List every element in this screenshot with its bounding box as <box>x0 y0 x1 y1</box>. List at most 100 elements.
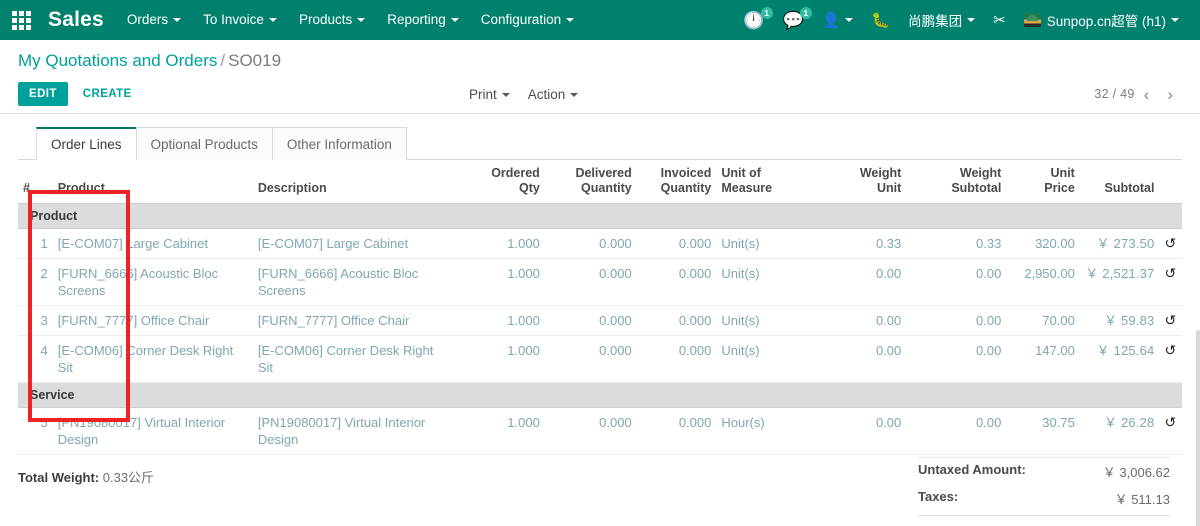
col-header-unit-of-measure[interactable]: Unit of Measure <box>716 160 794 204</box>
col-header-ordered-qty[interactable]: Ordered Qty <box>457 160 545 204</box>
tab-order-lines[interactable]: Order Lines <box>36 127 137 160</box>
undo-icon[interactable]: ↺ <box>1164 312 1176 328</box>
create-button[interactable]: CREATE <box>72 82 143 106</box>
pager-next-icon[interactable]: › <box>1158 86 1182 103</box>
group-row-title: Service <box>18 383 1182 408</box>
cell-seq: 5 <box>18 408 53 455</box>
table-row[interactable]: 1[E-COM07] Large Cabinet[E-COM07] Large … <box>18 229 1182 259</box>
order-lines-table: # Product Description Ordered Qty Delive… <box>18 160 1182 455</box>
table-row[interactable]: 2[FURN_6666] Acoustic Bloc Screens[FURN_… <box>18 259 1182 306</box>
apps-grid-icon <box>12 11 31 30</box>
undo-icon[interactable]: ↺ <box>1164 414 1176 430</box>
apps-menu-button[interactable] <box>0 0 42 40</box>
vertical-scrollbar[interactable] <box>1196 330 1200 526</box>
menu-to-invoice[interactable]: To Invoice <box>192 0 288 40</box>
user-menu-label: Sunpop.cn超管 (h1) <box>1047 10 1166 30</box>
cell-unit-price: 320.00 <box>1006 229 1080 259</box>
untaxed-amount-value: ￥ 3,006.62 <box>1103 462 1170 481</box>
edit-button[interactable]: EDIT <box>18 82 68 106</box>
col-header-subtotal[interactable]: Subtotal <box>1080 160 1160 204</box>
tab-optional-products[interactable]: Optional Products <box>136 127 273 160</box>
col-header-weight-unit[interactable]: Weight Unit <box>794 160 906 204</box>
shortcut-menu[interactable]: ✂ <box>984 0 1015 40</box>
cell-subtotal: ￥ 59.83 <box>1080 306 1160 336</box>
company-switcher[interactable]: 尚鹏集团 <box>899 0 984 40</box>
chevron-down-icon <box>451 18 459 22</box>
messaging-badge: 1 <box>800 7 812 19</box>
breadcrumb-parent[interactable]: My Quotations and Orders <box>18 51 217 70</box>
person-icon: 👤 <box>822 13 841 28</box>
control-panel-dropdowns: Print Action <box>460 75 587 113</box>
table-header-row: # Product Description Ordered Qty Delive… <box>18 160 1182 204</box>
messaging-menu[interactable]: 💬 1 <box>774 0 813 40</box>
total-weight-label: Total Weight: <box>18 470 99 485</box>
cell-invoiced: 0.000 <box>637 259 717 306</box>
undo-icon[interactable]: ↺ <box>1164 342 1176 358</box>
action-dropdown-label: Action <box>528 87 566 102</box>
chevron-down-icon <box>967 18 975 22</box>
table-row[interactable]: 3[FURN_7777] Office Chair[FURN_7777] Off… <box>18 306 1182 336</box>
tab-other-information[interactable]: Other Information <box>272 127 407 160</box>
pager-previous-icon[interactable]: ‹ <box>1135 86 1159 103</box>
col-header-description[interactable]: Description <box>253 160 457 204</box>
row-action-cell[interactable]: ↺ <box>1159 336 1182 383</box>
col-header-delivered-qty-line1: Delivered <box>550 166 632 181</box>
chevron-down-icon <box>566 18 574 22</box>
col-header-delivered-qty[interactable]: Delivered Quantity <box>545 160 637 204</box>
col-header-invoiced-qty[interactable]: Invoiced Quantity <box>637 160 717 204</box>
col-header-delivered-qty-line2: Quantity <box>550 181 632 196</box>
user-switch-menu[interactable]: 👤 <box>813 0 863 40</box>
menu-configuration[interactable]: Configuration <box>470 0 585 40</box>
action-dropdown[interactable]: Action <box>519 87 588 102</box>
cell-weight-unit: 0.00 <box>794 306 906 336</box>
cell-description: [FURN_6666] Acoustic Bloc Screens <box>253 259 457 306</box>
menu-reporting[interactable]: Reporting <box>376 0 470 40</box>
user-menu[interactable]: Sunpop.cn超管 (h1) <box>1015 0 1188 40</box>
col-header-unit-price-line2: Price <box>1011 181 1075 196</box>
col-header-uom-line1: Unit of <box>721 166 789 181</box>
breadcrumb: My Quotations and Orders/SO019 <box>18 40 1182 71</box>
row-action-cell[interactable]: ↺ <box>1159 259 1182 306</box>
col-header-unit-price-line1: Unit <box>1011 166 1075 181</box>
cell-uom: Unit(s) <box>716 336 794 383</box>
row-action-cell[interactable]: ↺ <box>1159 408 1182 455</box>
debug-menu[interactable]: 🐛 <box>862 0 899 40</box>
untaxed-amount-row: Untaxed Amount: ￥ 3,006.62 <box>918 458 1170 485</box>
undo-icon[interactable]: ↺ <box>1164 235 1176 251</box>
cell-product: [FURN_6666] Acoustic Bloc Screens <box>53 259 253 306</box>
app-brand-title[interactable]: Sales <box>42 8 116 32</box>
activities-badge: 1 <box>761 7 773 19</box>
order-totals: Untaxed Amount: ￥ 3,006.62 Taxes: ￥ 511.… <box>918 457 1170 526</box>
cell-description: [E-COM06] Corner Desk Right Sit <box>253 336 457 383</box>
col-header-weight-subtotal[interactable]: Weight Subtotal <box>906 160 1006 204</box>
table-row[interactable]: 4[E-COM06] Corner Desk Right Sit[E-COM06… <box>18 336 1182 383</box>
cell-subtotal: ￥ 26.28 <box>1080 408 1160 455</box>
col-header-ordered-qty-line2: Qty <box>462 181 540 196</box>
undo-icon[interactable]: ↺ <box>1164 265 1176 281</box>
row-action-cell[interactable]: ↺ <box>1159 306 1182 336</box>
cell-seq: 4 <box>18 336 53 383</box>
cell-weight-unit: 0.33 <box>794 229 906 259</box>
tab-order-lines-label: Order Lines <box>51 137 122 152</box>
col-header-sequence[interactable]: # <box>18 160 53 204</box>
cell-product: [PN19080017] Virtual Interior Design <box>53 408 253 455</box>
print-dropdown[interactable]: Print <box>460 87 519 102</box>
cell-description: [FURN_7777] Office Chair <box>253 306 457 336</box>
menu-configuration-label: Configuration <box>481 12 561 27</box>
table-row[interactable]: 5[PN19080017] Virtual Interior Design[PN… <box>18 408 1182 455</box>
cell-subtotal: ￥ 273.50 <box>1080 229 1160 259</box>
chevron-down-icon <box>570 93 578 97</box>
col-header-invoiced-qty-line2: Quantity <box>642 181 712 196</box>
menu-products[interactable]: Products <box>288 0 376 40</box>
col-header-actions <box>1159 160 1182 204</box>
menu-orders[interactable]: Orders <box>116 0 192 40</box>
chevron-down-icon <box>357 18 365 22</box>
col-header-weight-unit-line1: Weight <box>799 166 901 181</box>
col-header-unit-price[interactable]: Unit Price <box>1006 160 1080 204</box>
cell-weight-subtotal: 0.00 <box>906 408 1006 455</box>
activities-menu[interactable]: 🕛 1 <box>734 0 773 40</box>
row-action-cell[interactable]: ↺ <box>1159 229 1182 259</box>
col-header-product[interactable]: Product <box>53 160 253 204</box>
group-row: Product <box>18 204 1182 229</box>
record-pager: 32 / 49 ‹ › <box>1094 75 1182 113</box>
